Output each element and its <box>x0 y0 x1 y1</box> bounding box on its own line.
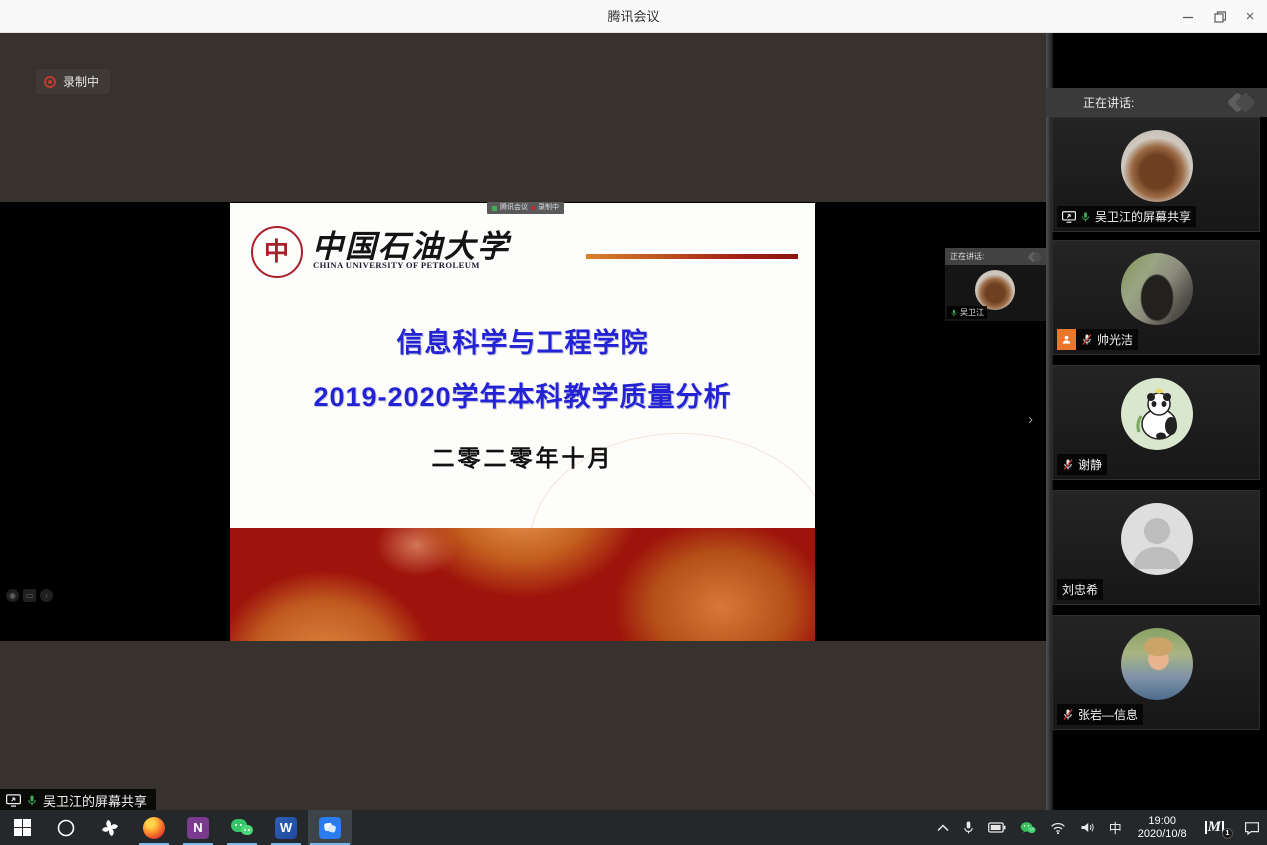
onenote-taskbar-icon[interactable]: N <box>176 810 220 845</box>
participant-tile[interactable]: 谢静 <box>1052 365 1260 480</box>
avatar <box>1121 253 1193 325</box>
mini-speaker-name: 吴卫江 <box>960 308 984 317</box>
recording-dot-icon <box>44 75 56 88</box>
mic-on-icon <box>1082 211 1089 222</box>
pen-tool-icon[interactable]: ◉ <box>6 589 19 602</box>
windows-taskbar: N W 中 19:00 2020/10/8 M 1 <box>0 810 1267 845</box>
signal-icon <box>492 205 497 211</box>
meeting-logo-icon <box>1226 91 1257 114</box>
cortana-search-button[interactable] <box>44 810 88 845</box>
record-dot-icon <box>531 206 535 210</box>
restore-button[interactable] <box>1203 0 1237 33</box>
participant-tile[interactable]: 刘忠希 <box>1052 490 1260 605</box>
mic-on-icon <box>951 309 957 316</box>
slideshow-presenter-tools[interactable]: ◉ ▭ ‹ <box>6 589 53 602</box>
pinwheel-app-icon[interactable] <box>88 810 132 845</box>
mic-on-icon <box>28 795 36 805</box>
participants-sidebar: 正在讲话: 吴卫江的屏幕共享 帅光洁 谢静 刘忠希 张岩—信息 <box>1046 33 1267 810</box>
panda-illustration <box>1136 388 1177 440</box>
recording-label: 录制中 <box>63 75 100 89</box>
chevron-right-icon[interactable]: › <box>1028 411 1033 428</box>
screen-share-status-label: 吴卫江的屏幕共享 <box>0 789 157 810</box>
minimize-button[interactable] <box>1171 0 1205 33</box>
avatar <box>1121 628 1193 700</box>
screen-share-icon <box>6 793 21 807</box>
avatar <box>975 270 1015 310</box>
taskbar-clock[interactable]: 19:00 2020/10/8 <box>1129 810 1196 845</box>
person-badge-icon <box>1057 329 1076 350</box>
system-tray: 中 19:00 2020/10/8 M 1 <box>930 810 1267 845</box>
avatar <box>1121 130 1193 202</box>
slide-title-line2: 2019-2020学年本科教学质量分析 <box>313 382 732 412</box>
participant-name: 帅光洁 <box>1097 333 1134 347</box>
presentation-slide: 中 中国石油大学 CHINA UNIVERSITY OF PETROLEUM 信… <box>230 203 815 641</box>
tencent-meeting-taskbar-icon[interactable] <box>308 810 352 845</box>
window-title: 腾讯会议 <box>607 9 660 24</box>
university-name-en: CHINA UNIVERSITY OF PETROLEUM <box>313 260 480 270</box>
slide-title-line1: 信息科学与工程学院 <box>396 328 649 358</box>
default-avatar-silhouette <box>1133 518 1181 569</box>
wechat-taskbar-icon[interactable] <box>220 810 264 845</box>
speaking-header: 正在讲话: <box>1046 88 1267 117</box>
shared-screen-area: 中 中国石油大学 CHINA UNIVERSITY OF PETROLEUM 信… <box>0 33 1046 810</box>
mic-muted-icon <box>1063 459 1073 470</box>
notification-badge: 1 <box>1222 828 1233 839</box>
captured-speaking-panel: 正在讲话: 吴卫江 <box>945 248 1046 321</box>
screen-share-icon <box>1062 210 1076 223</box>
participant-tile[interactable]: 帅光洁 <box>1052 240 1260 355</box>
participant-name: 谢静 <box>1078 458 1103 472</box>
avatar <box>1121 378 1193 450</box>
recording-badge[interactable]: 录制中 <box>36 69 111 94</box>
tray-wifi-icon[interactable] <box>1043 810 1073 845</box>
captured-meeting-floatbar: 腾讯会议 录制中 <box>487 202 564 214</box>
university-seal-logo: 中 <box>251 226 303 278</box>
slide-divider-rule <box>586 254 798 259</box>
floatbar-app-label: 腾讯会议 <box>500 204 528 211</box>
participant-name: 吴卫江的屏幕共享 <box>1095 210 1192 224</box>
participant-name: 刘忠希 <box>1062 583 1099 597</box>
word-taskbar-icon[interactable]: W <box>264 810 308 845</box>
prev-slide-icon[interactable]: ‹ <box>40 589 53 602</box>
tray-battery-icon[interactable] <box>981 810 1013 845</box>
start-button[interactable] <box>0 810 44 845</box>
tray-microphone-icon[interactable] <box>956 810 981 845</box>
comment-tool-icon[interactable]: ▭ <box>23 589 36 602</box>
ime-indicator[interactable]: 中 <box>1102 810 1129 845</box>
tray-chevron-up-icon[interactable] <box>930 810 956 845</box>
meeting-logo-icon <box>1027 250 1043 263</box>
participant-name: 张岩—信息 <box>1078 708 1139 722</box>
tray-speaker-icon[interactable] <box>1073 810 1102 845</box>
participant-tile[interactable]: 吴卫江的屏幕共享 <box>1052 117 1260 232</box>
m-app-tray-icon[interactable]: M 1 <box>1196 810 1237 845</box>
tray-wechat-icon[interactable] <box>1013 810 1043 845</box>
action-center-icon[interactable] <box>1237 810 1267 845</box>
firefox-taskbar-icon[interactable] <box>132 810 176 845</box>
participant-tile[interactable]: 张岩—信息 <box>1052 615 1260 730</box>
avatar <box>1121 503 1193 575</box>
window-titlebar: 腾讯会议 × <box>0 0 1267 33</box>
slide-footer-swirl-graphic <box>230 528 815 641</box>
mic-muted-icon <box>1082 334 1092 345</box>
floatbar-status-label: 录制中 <box>538 204 559 211</box>
mic-muted-icon <box>1063 709 1073 720</box>
mini-panel-header: 正在讲话: <box>950 252 985 261</box>
close-button[interactable]: × <box>1233 0 1267 33</box>
